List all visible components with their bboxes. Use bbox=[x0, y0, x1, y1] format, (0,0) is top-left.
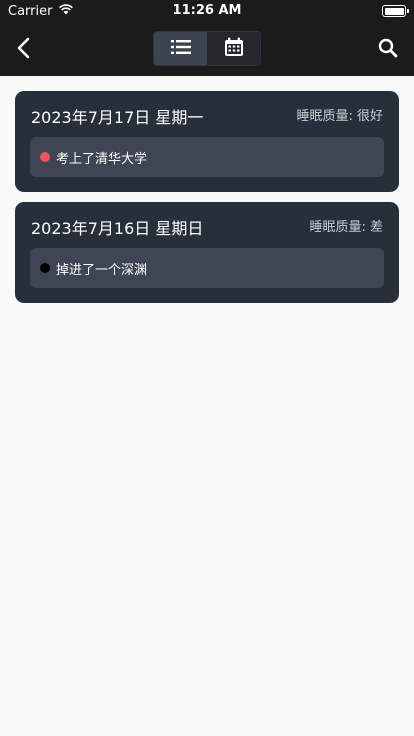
search-button[interactable] bbox=[370, 32, 406, 68]
calendar-icon bbox=[224, 37, 244, 61]
dream-item[interactable]: 考上了清华大学 bbox=[30, 137, 384, 177]
sleep-quality: 睡眠质量: 很好 bbox=[296, 109, 383, 124]
dream-text: 考上了清华大学 bbox=[56, 151, 148, 167]
navigation-bar bbox=[0, 22, 414, 76]
sleep-quality: 睡眠质量: 差 bbox=[309, 220, 383, 235]
entry-date: 2023年7月17日 星期一 bbox=[31, 108, 204, 127]
dream-entry-card[interactable]: 2023年7月17日 星期一 睡眠质量: 很好 考上了清华大学 bbox=[15, 91, 399, 192]
status-bar: Carrier 11:26 AM bbox=[0, 0, 414, 22]
battery-icon bbox=[382, 5, 409, 17]
back-button[interactable] bbox=[6, 32, 42, 68]
dream-text: 掉进了一个深渊 bbox=[56, 262, 148, 278]
list-icon bbox=[170, 39, 191, 58]
dream-entry-card[interactable]: 2023年7月16日 星期日 睡眠质量: 差 掉进了一个深渊 bbox=[15, 202, 399, 303]
entry-date: 2023年7月16日 星期日 bbox=[31, 219, 204, 238]
dream-list: 2023年7月17日 星期一 睡眠质量: 很好 考上了清华大学 2023年7月1… bbox=[0, 76, 414, 736]
status-time: 11:26 AM bbox=[172, 3, 242, 18]
dream-item[interactable]: 掉进了一个深渊 bbox=[30, 248, 384, 288]
search-icon bbox=[378, 38, 398, 62]
dream-dot-icon bbox=[40, 152, 50, 162]
chevron-left-icon bbox=[14, 37, 34, 63]
view-mode-segmented-control bbox=[153, 31, 261, 66]
list-view-tab[interactable] bbox=[154, 32, 207, 65]
top-bar: Carrier 11:26 AM bbox=[0, 0, 414, 76]
dream-dot-icon bbox=[40, 263, 50, 273]
calendar-view-tab[interactable] bbox=[207, 32, 260, 65]
